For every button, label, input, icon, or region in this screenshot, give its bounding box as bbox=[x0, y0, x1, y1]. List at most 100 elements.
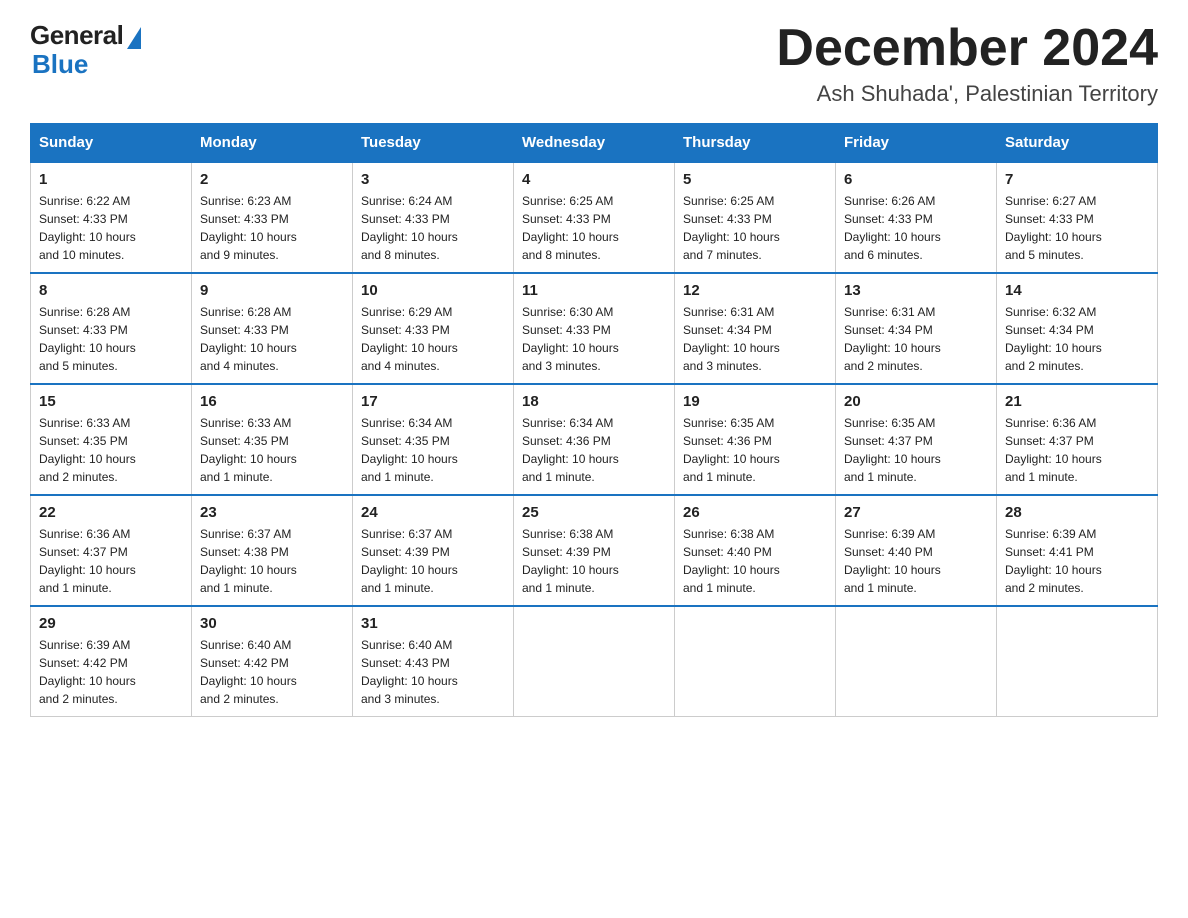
day-cell-6: 6 Sunrise: 6:26 AMSunset: 4:33 PMDayligh… bbox=[836, 162, 997, 273]
day-number: 15 bbox=[39, 393, 183, 410]
logo: General Blue bbox=[30, 20, 141, 80]
location-subtitle: Ash Shuhada', Palestinian Territory bbox=[776, 81, 1158, 107]
day-info: Sunrise: 6:22 AMSunset: 4:33 PMDaylight:… bbox=[39, 194, 136, 262]
day-number: 27 bbox=[844, 504, 988, 521]
logo-triangle-icon bbox=[127, 27, 141, 49]
day-number: 26 bbox=[683, 504, 827, 521]
header-thursday: Thursday bbox=[675, 124, 836, 163]
day-number: 11 bbox=[522, 282, 666, 299]
day-info: Sunrise: 6:35 AMSunset: 4:36 PMDaylight:… bbox=[683, 416, 780, 484]
day-info: Sunrise: 6:36 AMSunset: 4:37 PMDaylight:… bbox=[39, 527, 136, 595]
day-info: Sunrise: 6:30 AMSunset: 4:33 PMDaylight:… bbox=[522, 305, 619, 373]
day-cell-15: 15 Sunrise: 6:33 AMSunset: 4:35 PMDaylig… bbox=[31, 384, 192, 495]
day-number: 2 bbox=[200, 171, 344, 188]
day-number: 10 bbox=[361, 282, 505, 299]
week-row-3: 15 Sunrise: 6:33 AMSunset: 4:35 PMDaylig… bbox=[31, 384, 1158, 495]
day-info: Sunrise: 6:31 AMSunset: 4:34 PMDaylight:… bbox=[683, 305, 780, 373]
day-cell-30: 30 Sunrise: 6:40 AMSunset: 4:42 PMDaylig… bbox=[192, 606, 353, 717]
week-row-1: 1 Sunrise: 6:22 AMSunset: 4:33 PMDayligh… bbox=[31, 162, 1158, 273]
day-info: Sunrise: 6:37 AMSunset: 4:38 PMDaylight:… bbox=[200, 527, 297, 595]
day-number: 25 bbox=[522, 504, 666, 521]
day-cell-19: 19 Sunrise: 6:35 AMSunset: 4:36 PMDaylig… bbox=[675, 384, 836, 495]
day-number: 20 bbox=[844, 393, 988, 410]
day-number: 13 bbox=[844, 282, 988, 299]
day-number: 18 bbox=[522, 393, 666, 410]
day-info: Sunrise: 6:26 AMSunset: 4:33 PMDaylight:… bbox=[844, 194, 941, 262]
day-info: Sunrise: 6:33 AMSunset: 4:35 PMDaylight:… bbox=[39, 416, 136, 484]
day-cell-25: 25 Sunrise: 6:38 AMSunset: 4:39 PMDaylig… bbox=[514, 495, 675, 606]
day-cell-21: 21 Sunrise: 6:36 AMSunset: 4:37 PMDaylig… bbox=[997, 384, 1158, 495]
week-row-4: 22 Sunrise: 6:36 AMSunset: 4:37 PMDaylig… bbox=[31, 495, 1158, 606]
day-cell-22: 22 Sunrise: 6:36 AMSunset: 4:37 PMDaylig… bbox=[31, 495, 192, 606]
day-info: Sunrise: 6:40 AMSunset: 4:42 PMDaylight:… bbox=[200, 638, 297, 706]
day-number: 24 bbox=[361, 504, 505, 521]
empty-cell-w4-d4 bbox=[675, 606, 836, 717]
day-info: Sunrise: 6:32 AMSunset: 4:34 PMDaylight:… bbox=[1005, 305, 1102, 373]
day-cell-10: 10 Sunrise: 6:29 AMSunset: 4:33 PMDaylig… bbox=[353, 273, 514, 384]
day-cell-5: 5 Sunrise: 6:25 AMSunset: 4:33 PMDayligh… bbox=[675, 162, 836, 273]
day-cell-28: 28 Sunrise: 6:39 AMSunset: 4:41 PMDaylig… bbox=[997, 495, 1158, 606]
day-info: Sunrise: 6:39 AMSunset: 4:41 PMDaylight:… bbox=[1005, 527, 1102, 595]
header-monday: Monday bbox=[192, 124, 353, 163]
day-number: 31 bbox=[361, 615, 505, 632]
day-info: Sunrise: 6:23 AMSunset: 4:33 PMDaylight:… bbox=[200, 194, 297, 262]
day-info: Sunrise: 6:28 AMSunset: 4:33 PMDaylight:… bbox=[39, 305, 136, 373]
day-number: 30 bbox=[200, 615, 344, 632]
day-info: Sunrise: 6:27 AMSunset: 4:33 PMDaylight:… bbox=[1005, 194, 1102, 262]
day-cell-29: 29 Sunrise: 6:39 AMSunset: 4:42 PMDaylig… bbox=[31, 606, 192, 717]
day-number: 5 bbox=[683, 171, 827, 188]
month-title: December 2024 bbox=[776, 20, 1158, 77]
empty-cell-w4-d3 bbox=[514, 606, 675, 717]
day-number: 8 bbox=[39, 282, 183, 299]
empty-cell-w4-d5 bbox=[836, 606, 997, 717]
day-cell-18: 18 Sunrise: 6:34 AMSunset: 4:36 PMDaylig… bbox=[514, 384, 675, 495]
day-number: 22 bbox=[39, 504, 183, 521]
header-wednesday: Wednesday bbox=[514, 124, 675, 163]
day-info: Sunrise: 6:35 AMSunset: 4:37 PMDaylight:… bbox=[844, 416, 941, 484]
day-info: Sunrise: 6:29 AMSunset: 4:33 PMDaylight:… bbox=[361, 305, 458, 373]
day-cell-24: 24 Sunrise: 6:37 AMSunset: 4:39 PMDaylig… bbox=[353, 495, 514, 606]
calendar-body: 1 Sunrise: 6:22 AMSunset: 4:33 PMDayligh… bbox=[31, 162, 1158, 717]
day-cell-9: 9 Sunrise: 6:28 AMSunset: 4:33 PMDayligh… bbox=[192, 273, 353, 384]
day-cell-11: 11 Sunrise: 6:30 AMSunset: 4:33 PMDaylig… bbox=[514, 273, 675, 384]
page-header: General Blue December 2024 Ash Shuhada',… bbox=[30, 20, 1158, 107]
day-info: Sunrise: 6:37 AMSunset: 4:39 PMDaylight:… bbox=[361, 527, 458, 595]
week-row-5: 29 Sunrise: 6:39 AMSunset: 4:42 PMDaylig… bbox=[31, 606, 1158, 717]
header-sunday: Sunday bbox=[31, 124, 192, 163]
day-number: 6 bbox=[844, 171, 988, 188]
day-info: Sunrise: 6:28 AMSunset: 4:33 PMDaylight:… bbox=[200, 305, 297, 373]
day-cell-17: 17 Sunrise: 6:34 AMSunset: 4:35 PMDaylig… bbox=[353, 384, 514, 495]
day-info: Sunrise: 6:40 AMSunset: 4:43 PMDaylight:… bbox=[361, 638, 458, 706]
day-cell-4: 4 Sunrise: 6:25 AMSunset: 4:33 PMDayligh… bbox=[514, 162, 675, 273]
title-block: December 2024 Ash Shuhada', Palestinian … bbox=[776, 20, 1158, 107]
day-info: Sunrise: 6:25 AMSunset: 4:33 PMDaylight:… bbox=[522, 194, 619, 262]
day-cell-8: 8 Sunrise: 6:28 AMSunset: 4:33 PMDayligh… bbox=[31, 273, 192, 384]
day-number: 29 bbox=[39, 615, 183, 632]
day-number: 21 bbox=[1005, 393, 1149, 410]
day-cell-13: 13 Sunrise: 6:31 AMSunset: 4:34 PMDaylig… bbox=[836, 273, 997, 384]
day-cell-23: 23 Sunrise: 6:37 AMSunset: 4:38 PMDaylig… bbox=[192, 495, 353, 606]
day-cell-27: 27 Sunrise: 6:39 AMSunset: 4:40 PMDaylig… bbox=[836, 495, 997, 606]
day-number: 14 bbox=[1005, 282, 1149, 299]
empty-cell-w4-d6 bbox=[997, 606, 1158, 717]
day-number: 19 bbox=[683, 393, 827, 410]
day-number: 3 bbox=[361, 171, 505, 188]
day-cell-12: 12 Sunrise: 6:31 AMSunset: 4:34 PMDaylig… bbox=[675, 273, 836, 384]
day-info: Sunrise: 6:25 AMSunset: 4:33 PMDaylight:… bbox=[683, 194, 780, 262]
calendar-header: Sunday Monday Tuesday Wednesday Thursday… bbox=[31, 124, 1158, 163]
calendar-table: Sunday Monday Tuesday Wednesday Thursday… bbox=[30, 123, 1158, 717]
day-info: Sunrise: 6:31 AMSunset: 4:34 PMDaylight:… bbox=[844, 305, 941, 373]
day-info: Sunrise: 6:24 AMSunset: 4:33 PMDaylight:… bbox=[361, 194, 458, 262]
day-number: 9 bbox=[200, 282, 344, 299]
day-cell-31: 31 Sunrise: 6:40 AMSunset: 4:43 PMDaylig… bbox=[353, 606, 514, 717]
day-info: Sunrise: 6:36 AMSunset: 4:37 PMDaylight:… bbox=[1005, 416, 1102, 484]
day-number: 17 bbox=[361, 393, 505, 410]
day-info: Sunrise: 6:33 AMSunset: 4:35 PMDaylight:… bbox=[200, 416, 297, 484]
week-row-2: 8 Sunrise: 6:28 AMSunset: 4:33 PMDayligh… bbox=[31, 273, 1158, 384]
header-row: Sunday Monday Tuesday Wednesday Thursday… bbox=[31, 124, 1158, 163]
logo-blue-text: Blue bbox=[32, 49, 88, 80]
day-info: Sunrise: 6:34 AMSunset: 4:35 PMDaylight:… bbox=[361, 416, 458, 484]
day-cell-20: 20 Sunrise: 6:35 AMSunset: 4:37 PMDaylig… bbox=[836, 384, 997, 495]
day-cell-1: 1 Sunrise: 6:22 AMSunset: 4:33 PMDayligh… bbox=[31, 162, 192, 273]
day-info: Sunrise: 6:38 AMSunset: 4:40 PMDaylight:… bbox=[683, 527, 780, 595]
